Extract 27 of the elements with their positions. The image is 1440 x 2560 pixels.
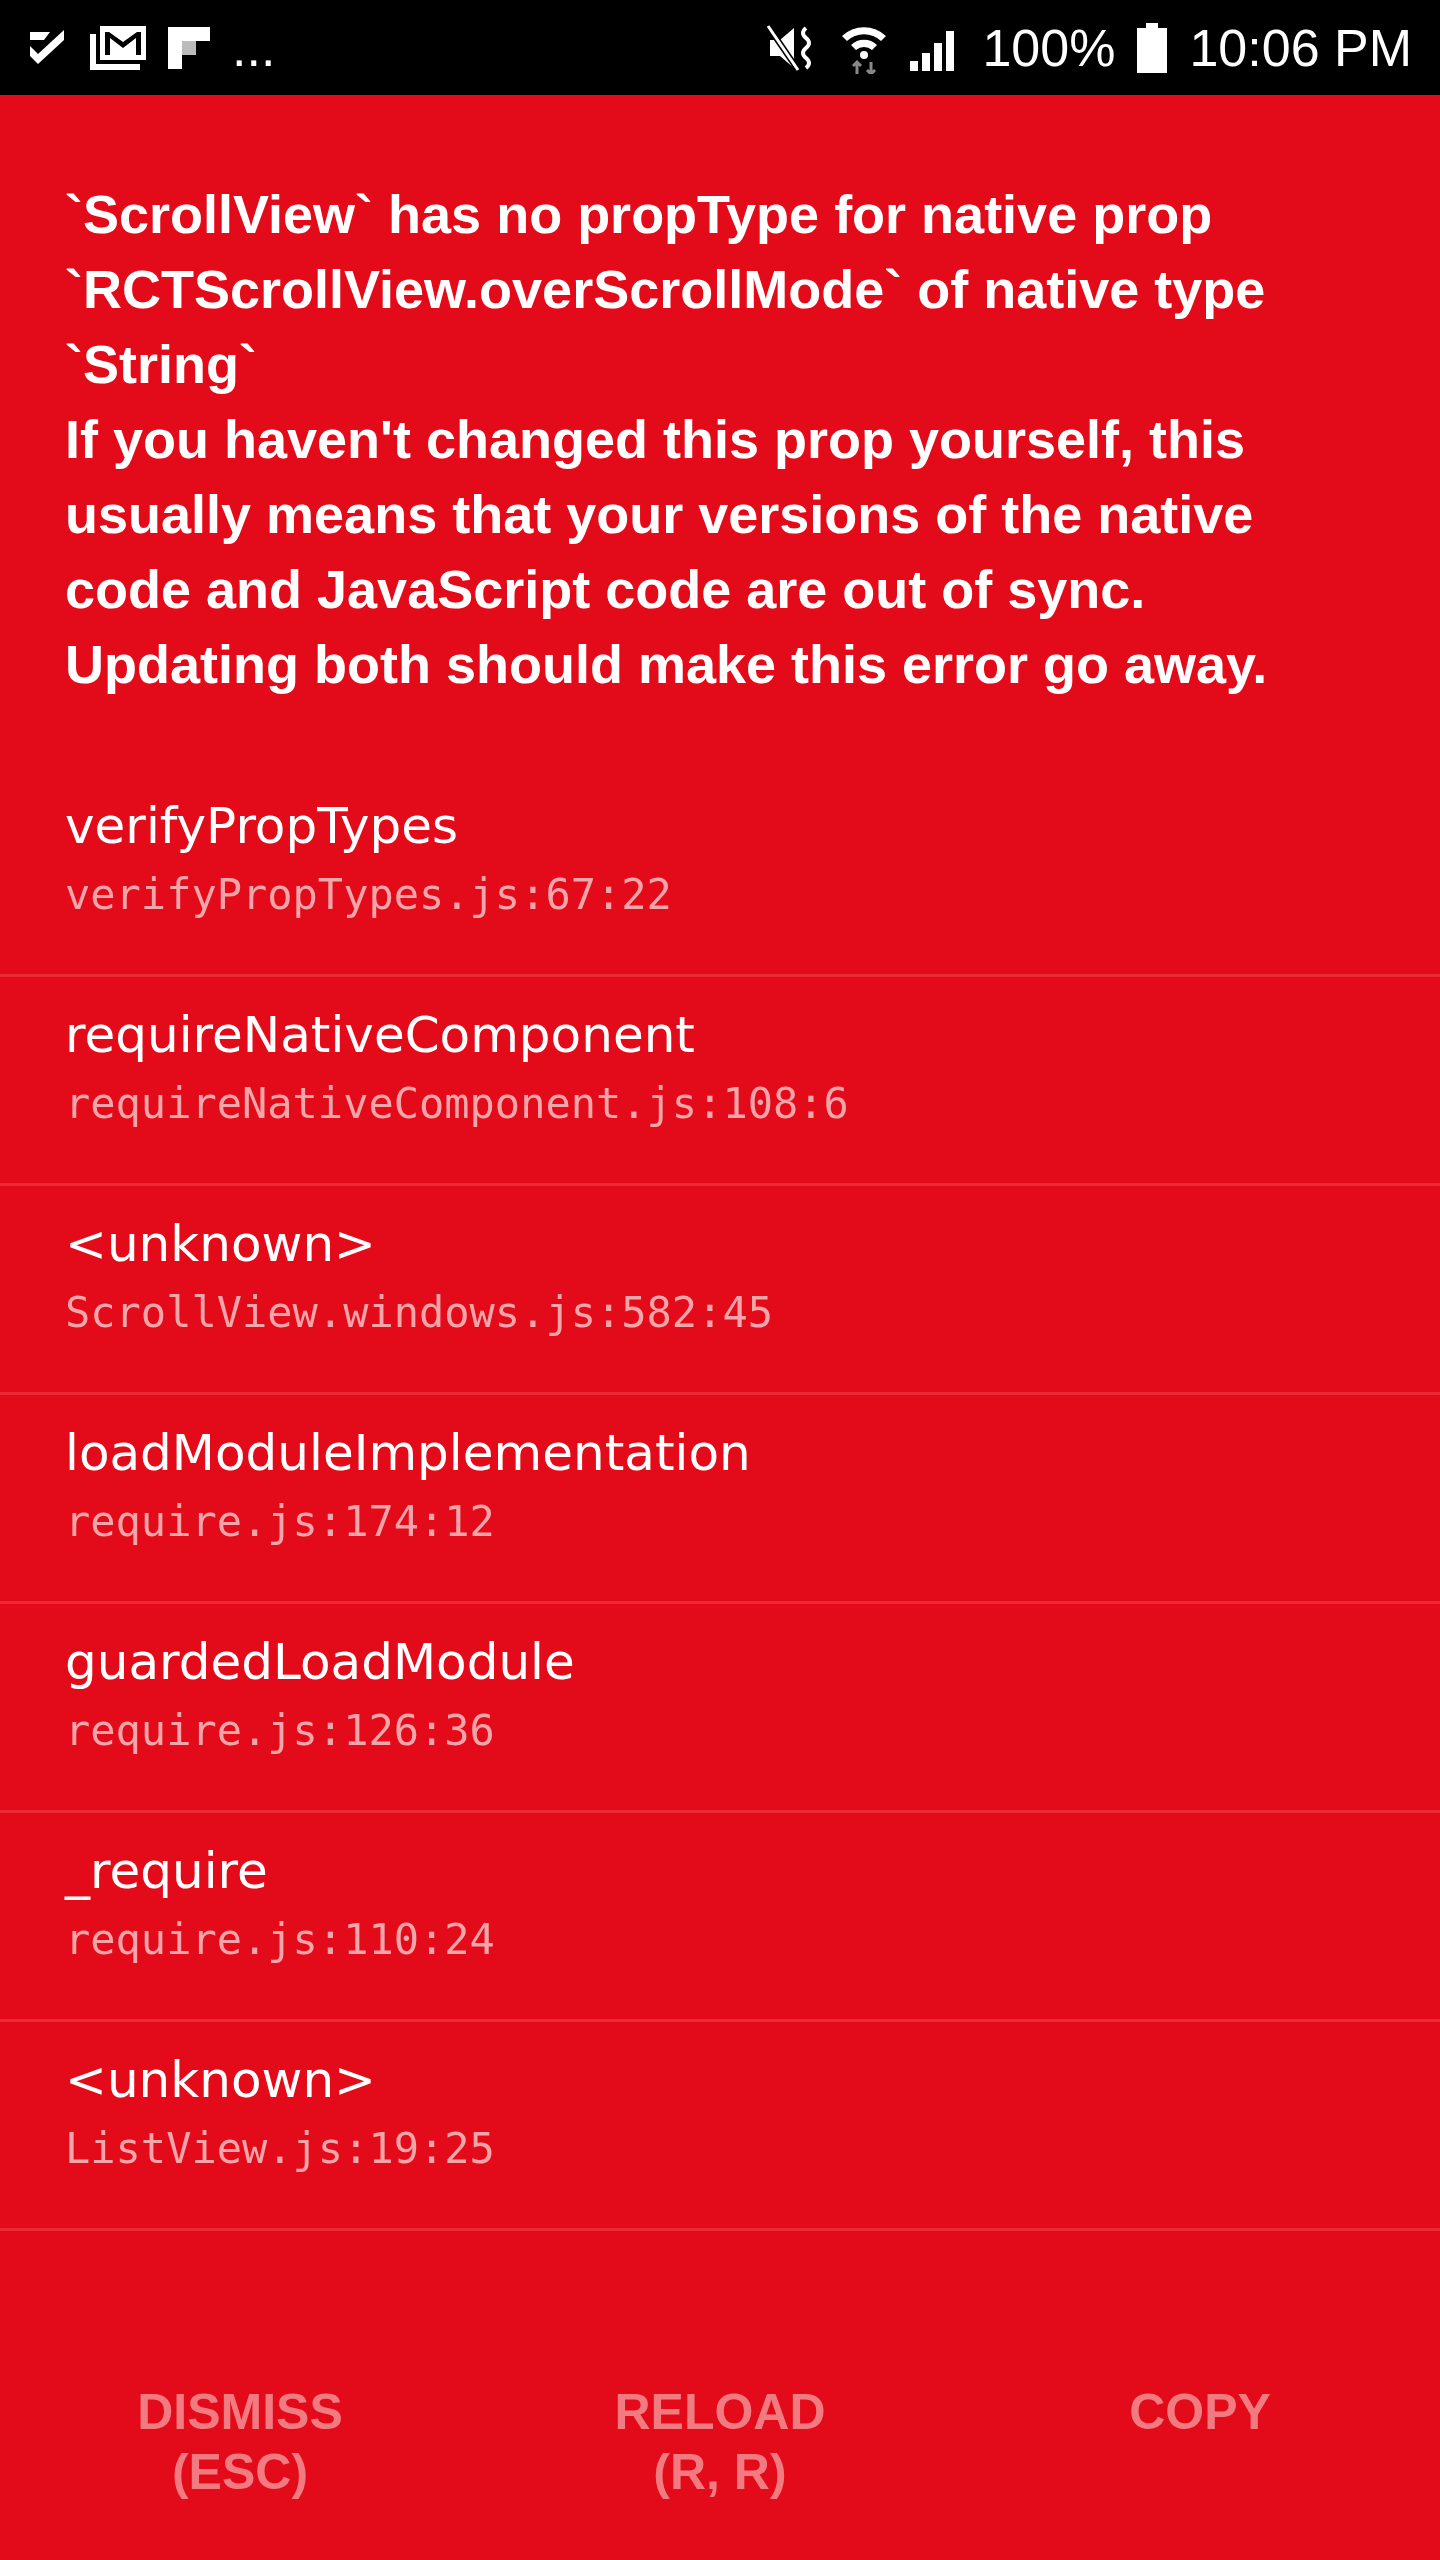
frame-method: <unknown>: [65, 1214, 377, 1275]
stack-frame[interactable]: guardedLoadModule require.js:126:36: [0, 1604, 1440, 1813]
stack-frame[interactable]: requireNativeComponent requireNativeComponent.js:108:6: [0, 977, 1440, 1186]
battery-icon: [1137, 22, 1168, 73]
frame-method: guardedLoadModule: [65, 1632, 576, 1693]
mail-icon: [90, 25, 146, 70]
stack-frame[interactable]: <unknown> ListView.js:19:25: [0, 2022, 1440, 2231]
stack-frame[interactable]: <unknown> ScrollView.windows.js:582:45: [0, 1186, 1440, 1395]
frame-location: require.js:174:12: [65, 1496, 496, 1548]
stack-frame[interactable]: _require require.js:110:24: [0, 1813, 1440, 2022]
frame-method: _require: [65, 1841, 269, 1902]
stack-frame[interactable]: verifyPropTypes verifyPropTypes.js:67:22: [0, 768, 1440, 977]
frame-location: verifyPropTypes.js:67:22: [65, 869, 673, 921]
frame-method: requireNativeComponent: [65, 1005, 696, 1066]
frame-method: <unknown>: [65, 2050, 377, 2111]
clock: 10:06 PM: [1189, 21, 1412, 74]
overflow-indicator: ...: [232, 21, 276, 74]
stack-frame[interactable]: loadModuleImplementation require.js:174:12: [0, 1395, 1440, 1604]
frame-location: ListView.js:19:25: [65, 2123, 496, 2175]
battery-percent: 100%: [982, 21, 1116, 74]
frame-location: ScrollView.windows.js:582:45: [65, 1287, 774, 1339]
frame-method: loadModuleImplementation: [65, 1423, 752, 1484]
frame-location: require.js:126:36: [65, 1705, 496, 1757]
error-message: `ScrollView` has no propType for native prop `RCTScrollView.overScrollMode` of native type `String` If you haven't changed this prop yourself, this usually means that your versions of the native code and JavaScript code are out of sync. Updating both should make this error go away.: [65, 183, 1269, 696]
frame-location: requireNativeComponent.js:108:6: [65, 1078, 850, 1130]
frame-location: require.js:110:24: [65, 1914, 496, 1966]
frame-method: verifyPropTypes: [65, 796, 460, 857]
